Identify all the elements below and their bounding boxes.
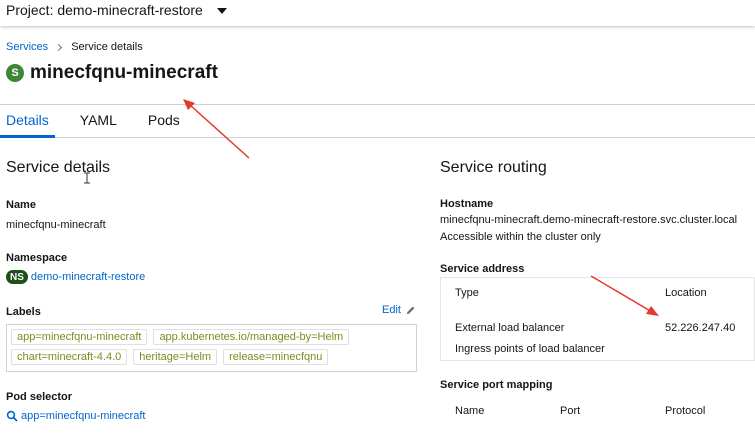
port-col-protocol: Protocol	[665, 405, 706, 417]
edit-label: Edit	[382, 304, 401, 316]
page-title: minecfqnu-minecraft	[30, 62, 218, 83]
label-chip[interactable]: chart=minecraft-4.4.0	[11, 349, 128, 365]
namespace-link[interactable]: demo-minecraft-restore	[31, 271, 145, 283]
breadcrumb-services-link[interactable]: Services	[6, 41, 48, 53]
name-label: Name	[6, 199, 36, 211]
labels-box: app=minecfqnu-minecraft app.kubernetes.i…	[6, 324, 417, 372]
service-details-heading: Service details	[6, 159, 111, 176]
service-address-label: Service address	[440, 263, 525, 275]
chevron-right-icon	[55, 43, 63, 51]
text-cursor-icon	[84, 172, 90, 184]
label-chip[interactable]: release=minecfqnu	[223, 349, 329, 365]
project-label: Project: demo-minecraft-restore	[6, 2, 203, 18]
pencil-icon	[406, 306, 415, 314]
label-chip[interactable]: heritage=Helm	[133, 349, 218, 365]
breadcrumb: Services Service details	[6, 41, 143, 53]
service-badge: S	[6, 64, 24, 82]
address-location: 52.226.247.40	[665, 322, 736, 334]
tab-pods[interactable]: Pods	[142, 105, 186, 137]
address-type: External load balancer	[455, 322, 565, 334]
hostname-note: Accessible within the cluster only	[440, 231, 601, 243]
hostname-value: minecfqnu-minecraft.demo-minecraft-resto…	[440, 214, 738, 226]
labels-label: Labels	[6, 306, 41, 318]
tab-yaml[interactable]: YAML	[74, 105, 123, 137]
pod-selector-value: app=minecfqnu-minecraft	[6, 410, 145, 422]
port-mapping-label: Service port mapping	[440, 379, 553, 391]
hostname-label: Hostname	[440, 198, 494, 210]
port-col-name: Name	[455, 405, 485, 417]
address-col-type: Type	[455, 287, 479, 299]
namespace-value: NS demo-minecraft-restore	[6, 270, 145, 284]
label-chip[interactable]: app.kubernetes.io/managed-by=Helm	[153, 329, 350, 345]
label-chip[interactable]: app=minecfqnu-minecraft	[11, 329, 148, 345]
namespace-badge: NS	[6, 270, 28, 284]
breadcrumb-current: Service details	[71, 41, 143, 53]
pod-selector-link[interactable]: app=minecfqnu-minecraft	[21, 410, 145, 422]
name-value: minecfqnu-minecraft	[6, 219, 106, 231]
tab-details[interactable]: Details	[0, 105, 55, 138]
tab-bar: Details YAML Pods	[0, 105, 755, 138]
project-selector[interactable]: Project: demo-minecraft-restore	[6, 2, 227, 18]
top-bar: Project: demo-minecraft-restore	[0, 0, 755, 26]
address-col-location: Location	[665, 287, 707, 299]
address-type-note: Ingress points of load balancer	[455, 343, 605, 355]
pod-selector-label: Pod selector	[6, 391, 73, 403]
caret-down-icon	[216, 7, 227, 14]
service-routing-heading: Service routing	[440, 159, 547, 176]
edit-labels-button[interactable]: Edit	[382, 304, 416, 316]
search-icon	[6, 410, 18, 422]
namespace-label: Namespace	[6, 252, 68, 264]
page-header: S minecfqnu-minecraft	[6, 62, 218, 84]
port-col-port: Port	[560, 405, 581, 417]
